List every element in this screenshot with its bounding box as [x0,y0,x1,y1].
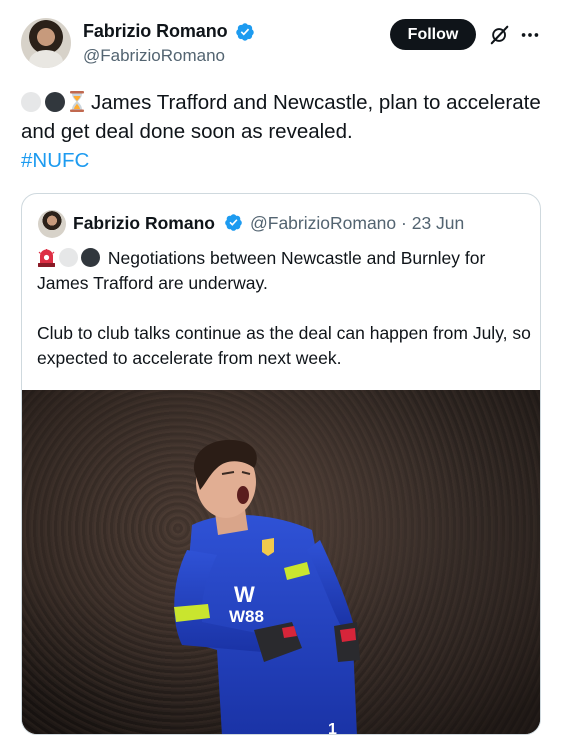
hourglass-icon [70,91,84,112]
meta-separator: · [401,213,407,233]
quoted-tweet-text: Negotiations between Newcastle and Burnl… [37,246,532,371]
verified-badge-icon [236,23,254,41]
quoted-author-meta: @FabrizioRomano · 23 Jun [250,213,464,234]
tweet-body: James Trafford and Newcastle, plan to ac… [21,91,541,143]
quoted-date: 23 Jun [411,213,465,233]
shirt-sponsor: W88 [229,607,264,626]
quoted-line-2: Club to club talks continue as the deal … [37,323,531,368]
author-avatar[interactable] [21,18,71,68]
quoted-verified-badge-icon [225,214,242,231]
quoted-author-handle: @FabrizioRomano [250,213,397,233]
siren-icon [38,249,55,267]
quoted-author-name: Fabrizio Romano [73,213,215,233]
author-name[interactable]: Fabrizio Romano [83,21,228,42]
quoted-author-avatar [38,210,66,238]
quoted-tweet-photo[interactable]: W W88 1 [22,390,540,735]
quoted-tweet-card[interactable]: Fabrizio Romano @FabrizioRomano · 23 Jun… [21,193,541,735]
shirt-sponsor-mark: W [234,582,255,607]
goalkeeper-photo-illustration: W W88 1 [22,390,540,735]
follow-button[interactable]: Follow [390,19,476,50]
more-icon[interactable] [519,24,541,46]
black-circle-icon [45,92,65,112]
hashtag-link[interactable]: #NUFC [21,149,89,172]
grok-icon[interactable] [489,24,511,46]
black-circle-icon [81,248,100,267]
author-handle[interactable]: @FabrizioRomano [83,46,225,66]
tweet-text: James Trafford and Newcastle, plan to ac… [21,88,541,175]
quoted-line-1: Negotiations between Newcastle and Burnl… [37,248,486,293]
white-circle-icon [21,92,41,112]
shirt-number: 1 [328,721,337,735]
white-circle-icon [59,248,78,267]
